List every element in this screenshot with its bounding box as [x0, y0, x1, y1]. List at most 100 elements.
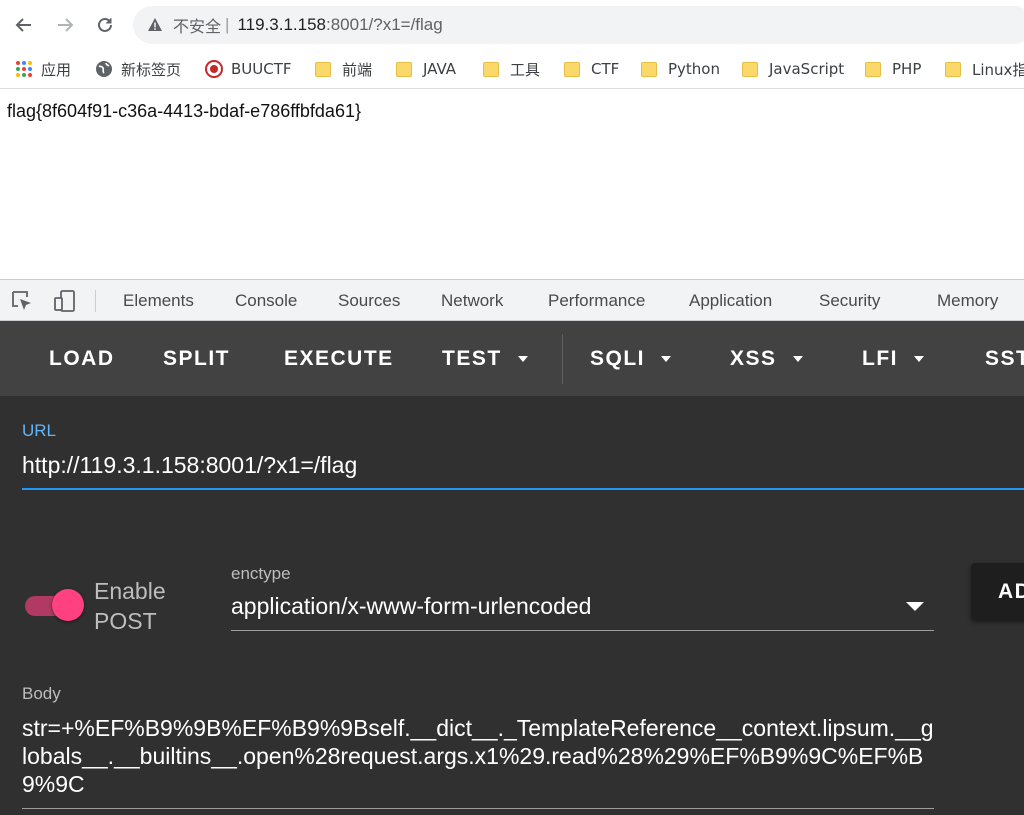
lfi-label: LFI	[862, 347, 898, 370]
xss-label: XSS	[730, 347, 777, 370]
back-button[interactable]	[11, 12, 37, 38]
warning-icon	[148, 18, 162, 31]
chevron-down-icon	[517, 356, 528, 362]
load-label: LOAD	[49, 347, 115, 370]
globe-icon	[96, 61, 112, 77]
bookmark-folder[interactable]: CTF	[564, 56, 619, 82]
devtools-tabbar: Elements Console Sources Network Perform…	[0, 279, 1024, 321]
tab-console[interactable]: Console	[235, 291, 297, 311]
sqli-menu[interactable]: SQLI	[590, 347, 672, 371]
split-label: SPLIT	[163, 347, 231, 370]
enctype-underline	[231, 630, 934, 631]
body-input-underline	[22, 808, 934, 809]
url-path: :8001/?x1=/flag	[325, 15, 443, 34]
folder-icon	[742, 61, 758, 77]
post-label-line-2: POST	[94, 608, 157, 634]
tab-sources[interactable]: Sources	[338, 291, 400, 311]
bookmark-label: BUUCTF	[231, 60, 292, 78]
folder-icon	[641, 61, 657, 77]
folder-icon	[945, 61, 961, 77]
post-toggle-label: Enable POST	[94, 576, 204, 636]
url-host: 119.3.1.158	[237, 15, 326, 34]
chevron-down-icon	[661, 356, 672, 362]
page-content: flag{8f604f91-c36a-4413-bdaf-e786ffbfda6…	[0, 90, 1024, 279]
folder-icon	[865, 61, 881, 77]
inspect-element-icon[interactable]	[10, 289, 34, 313]
ssti-menu[interactable]: SST	[985, 347, 1024, 371]
ssti-label: SST	[985, 347, 1024, 370]
bookmark-apps[interactable]: 应用	[15, 56, 71, 82]
forward-button[interactable]	[52, 12, 78, 38]
url-input-underline	[22, 488, 1024, 490]
post-toggle-knob[interactable]	[52, 589, 84, 621]
bookmark-label: CTF	[591, 60, 620, 78]
enctype-label: enctype	[231, 564, 291, 583]
bookmark-new-tab[interactable]: 新标签页	[95, 56, 181, 82]
bookmark-label: 工具	[510, 60, 541, 79]
execute-button[interactable]: EXECUTE	[284, 347, 394, 371]
bookmark-folder[interactable]: Python	[641, 56, 720, 82]
hackbar-panel: LOAD SPLIT EXECUTE TEST SQLI XSS LFI SST…	[0, 321, 1024, 815]
hackbar-menu: LOAD SPLIT EXECUTE TEST SQLI XSS LFI SST	[0, 321, 1024, 396]
toolbar-divider	[95, 290, 96, 312]
lfi-menu[interactable]: LFI	[862, 347, 924, 371]
bookmark-folder[interactable]: 前端	[315, 56, 372, 82]
folder-icon	[564, 61, 580, 77]
execute-label: EXECUTE	[284, 347, 394, 370]
arrow-left-icon	[15, 18, 31, 32]
body-input[interactable]: str=+%EF%B9%9B%EF%B9%9Bself.__dict__._Te…	[22, 714, 937, 798]
tab-network[interactable]: Network	[441, 291, 503, 311]
sqli-label: SQLI	[590, 347, 646, 370]
tab-memory[interactable]: Memory	[937, 291, 998, 311]
menu-divider	[562, 334, 563, 384]
chevron-down-icon[interactable]	[906, 602, 924, 611]
bookmark-label: JavaScript	[769, 60, 845, 78]
bookmark-label: JAVA	[423, 60, 457, 78]
bookmarks-bar: 应用 新标签页 BUUCTF 前端 JAVA 工具 CTF Python Jav…	[0, 50, 1024, 89]
add-header-button[interactable]: AD	[971, 563, 1024, 620]
bookmark-label: 新标签页	[121, 60, 182, 79]
folder-icon	[483, 61, 499, 77]
bookmark-label: Linux指	[972, 60, 1024, 79]
security-label[interactable]: 不安全	[173, 13, 221, 37]
bookmark-label: 应用	[41, 60, 72, 79]
bookmark-folder[interactable]: Linux指	[945, 56, 1024, 82]
bookmark-folder[interactable]: 工具	[483, 56, 540, 82]
split-button[interactable]: SPLIT	[163, 347, 230, 371]
reload-button[interactable]	[92, 12, 118, 38]
enctype-select[interactable]: application/x-www-form-urlencoded	[231, 593, 591, 620]
chevron-down-icon	[914, 356, 924, 362]
bookmark-label: 前端	[342, 60, 373, 79]
chevron-down-icon	[792, 356, 803, 362]
folder-icon	[315, 61, 331, 77]
folder-icon	[396, 61, 412, 77]
buuctf-logo-icon	[205, 60, 223, 78]
load-button[interactable]: LOAD	[49, 347, 115, 371]
bookmark-buuctf[interactable]: BUUCTF	[205, 56, 292, 82]
url-input[interactable]: http://119.3.1.158:8001/?x1=/flag	[22, 452, 357, 479]
xss-menu[interactable]: XSS	[730, 347, 803, 371]
bookmark-folder[interactable]: JavaScript	[742, 56, 844, 82]
device-toolbar-icon[interactable]	[53, 289, 77, 313]
omnibox-separator: |	[225, 15, 230, 34]
test-label: TEST	[442, 347, 502, 370]
tab-elements[interactable]: Elements	[123, 291, 194, 311]
address-bar[interactable]: 不安全 | 119.3.1.158:8001/?x1=/flag	[133, 6, 1024, 44]
post-label-line-1: Enable	[94, 578, 166, 604]
tab-performance[interactable]: Performance	[548, 291, 645, 311]
bookmark-label: Python	[668, 60, 720, 78]
url-field-label: URL	[22, 421, 57, 440]
bookmark-folder[interactable]: JAVA	[396, 56, 456, 82]
test-menu[interactable]: TEST	[442, 347, 528, 371]
browser-toolbar: 不安全 | 119.3.1.158:8001/?x1=/flag	[0, 0, 1024, 50]
bookmark-folder[interactable]: PHP	[865, 56, 921, 82]
flag-text: flag{8f604f91-c36a-4413-bdaf-e786ffbfda6…	[7, 101, 361, 121]
arrow-right-icon	[58, 18, 74, 32]
reload-icon	[98, 17, 112, 32]
url-text[interactable]: 119.3.1.158:8001/?x1=/flag	[237, 15, 442, 35]
apps-grid-icon	[16, 61, 32, 77]
tab-security[interactable]: Security	[819, 291, 880, 311]
bookmark-label: PHP	[892, 60, 922, 78]
add-button-label: AD	[998, 580, 1024, 603]
tab-application[interactable]: Application	[689, 291, 772, 311]
